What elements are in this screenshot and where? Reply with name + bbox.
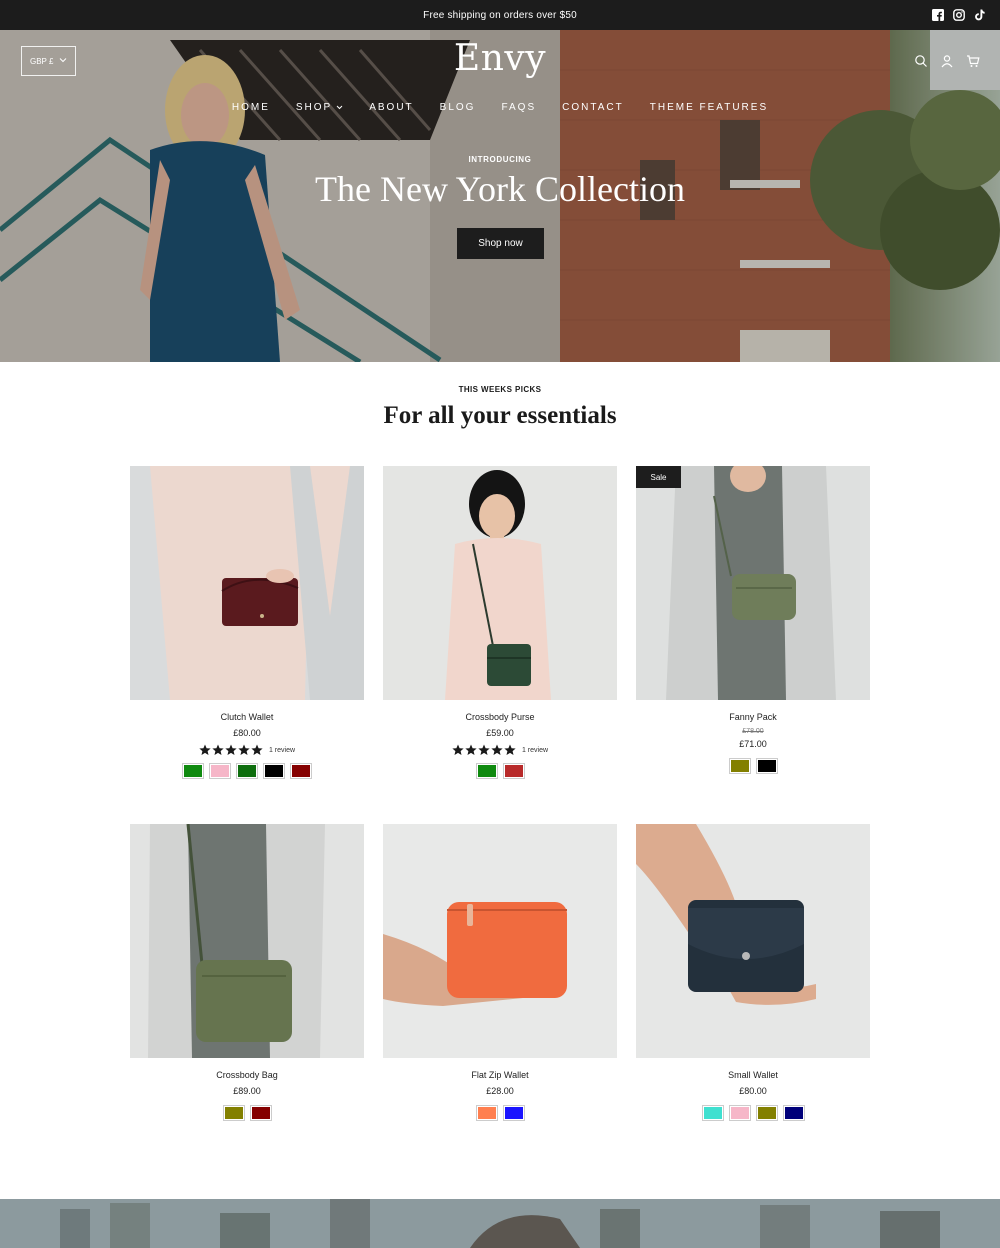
product-price: £89.00 [233, 1086, 261, 1096]
product-price: £59.00 [486, 728, 514, 738]
color-swatch[interactable] [291, 764, 311, 778]
product-image[interactable] [383, 466, 617, 700]
facebook-icon[interactable] [932, 9, 944, 21]
product-price: £80.00 [233, 728, 261, 738]
color-swatches [636, 759, 870, 773]
star-icon [238, 744, 250, 755]
color-swatch[interactable] [503, 764, 524, 778]
nav-faqs[interactable]: FAQS [488, 102, 549, 113]
nav-contact[interactable]: CONTACT [549, 102, 637, 113]
product-name[interactable]: Fanny Pack [636, 712, 870, 722]
color-swatch[interactable] [223, 1106, 244, 1120]
product-image[interactable] [636, 824, 870, 1058]
color-swatch[interactable] [250, 1106, 271, 1120]
product-reviews: 1 review [130, 744, 364, 756]
color-swatch[interactable] [183, 764, 203, 778]
section-title: For all your essentials [383, 402, 617, 429]
product-card[interactable]: Flat Zip Wallet £28.00 [383, 824, 617, 1120]
product-card[interactable]: Small Wallet £80.00 [636, 824, 870, 1120]
color-swatch[interactable] [729, 1106, 750, 1120]
star-icon [504, 744, 516, 755]
bottom-banner-image [0, 1199, 1000, 1248]
color-swatch[interactable] [476, 764, 497, 778]
star-rating [452, 744, 516, 756]
color-swatch[interactable] [756, 759, 777, 773]
product-reviews: 1 review [383, 744, 617, 756]
product-card[interactable]: Sale Fanny Pack £78.00 £71.00 [636, 466, 870, 773]
section-kicker: THIS WEEKS PICKS [458, 385, 542, 394]
instagram-icon[interactable] [953, 9, 965, 21]
nav-blog[interactable]: BLOG [427, 102, 489, 113]
color-swatches [383, 764, 617, 778]
star-icon [452, 744, 464, 755]
announcement-bar: Free shipping on orders over $50 [0, 0, 1000, 30]
review-count[interactable]: 1 review [522, 747, 548, 754]
product-image[interactable]: Sale [636, 466, 870, 700]
product-image[interactable] [383, 824, 617, 1058]
star-icon [491, 744, 503, 755]
color-swatches [130, 764, 364, 778]
announcement-text: Free shipping on orders over $50 [423, 9, 577, 21]
color-swatch[interactable] [237, 764, 257, 778]
search-icon[interactable] [914, 54, 928, 68]
star-icon [478, 744, 490, 755]
star-icon [465, 744, 477, 755]
chevron-down-icon [336, 105, 343, 110]
color-swatch[interactable] [476, 1106, 497, 1120]
star-icon [199, 744, 211, 755]
product-price: £28.00 [486, 1086, 514, 1096]
site-logo[interactable]: Envy [0, 38, 1000, 79]
product-card[interactable]: Crossbody Purse £59.00 1 review [383, 466, 617, 778]
cart-icon[interactable] [966, 54, 980, 68]
product-name[interactable]: Crossbody Bag [130, 1070, 364, 1080]
color-swatch[interactable] [756, 1106, 777, 1120]
color-swatches [636, 1106, 870, 1120]
star-icon [225, 744, 237, 755]
product-card[interactable]: Crossbody Bag £89.00 [130, 824, 364, 1120]
color-swatch[interactable] [702, 1106, 723, 1120]
product-price: £71.00 [739, 739, 767, 749]
product-image[interactable] [130, 824, 364, 1058]
sale-badge: Sale [636, 466, 681, 488]
color-swatch[interactable] [210, 764, 230, 778]
review-count[interactable]: 1 review [269, 747, 295, 754]
compare-at-price: £78.00 [742, 728, 764, 735]
star-icon [251, 744, 263, 755]
account-icon[interactable] [940, 54, 954, 68]
nav-home[interactable]: HOME [219, 102, 283, 113]
main-nav: HOME SHOP ABOUT BLOG FAQS CONTACT THEME … [0, 102, 1000, 113]
color-swatch[interactable] [264, 764, 284, 778]
product-image[interactable] [130, 466, 364, 700]
product-price: £80.00 [739, 1086, 767, 1096]
star-icon [212, 744, 224, 755]
tiktok-icon[interactable] [974, 9, 986, 21]
color-swatch[interactable] [503, 1106, 524, 1120]
product-name[interactable]: Flat Zip Wallet [383, 1070, 617, 1080]
product-name[interactable]: Crossbody Purse [383, 712, 617, 722]
social-links [932, 9, 986, 21]
hero-title: The New York Collection [315, 169, 685, 209]
nav-shop[interactable]: SHOP [283, 102, 356, 113]
shop-now-button[interactable]: Shop now [457, 228, 544, 259]
product-name[interactable]: Small Wallet [636, 1070, 870, 1080]
color-swatches [383, 1106, 617, 1120]
nav-theme-features[interactable]: THEME FEATURES [637, 102, 781, 113]
product-name[interactable]: Clutch Wallet [130, 712, 364, 722]
hero-banner: GBP £ Envy HOME SHOP ABOUT BLOG FAQS CON… [0, 30, 1000, 362]
header-icons [914, 54, 980, 68]
hero-kicker: INTRODUCING [468, 155, 532, 164]
product-card[interactable]: Clutch Wallet £80.00 1 review [130, 466, 364, 778]
color-swatch[interactable] [783, 1106, 804, 1120]
nav-about[interactable]: ABOUT [356, 102, 426, 113]
star-rating [199, 744, 263, 756]
color-swatches [130, 1106, 364, 1120]
color-swatch[interactable] [729, 759, 750, 773]
